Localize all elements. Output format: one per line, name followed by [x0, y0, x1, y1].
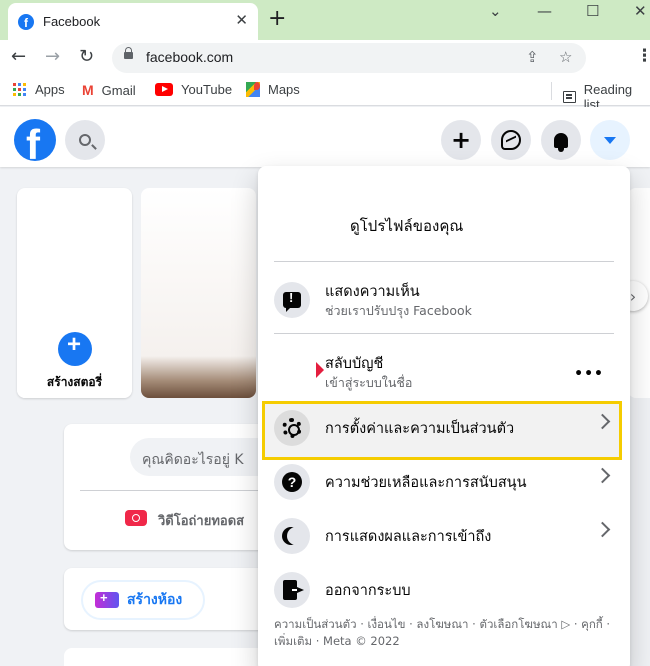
notifications-button[interactable] [541, 120, 581, 160]
address-bar[interactable]: facebook.com ⇪ ☆ [112, 43, 586, 73]
logout-item[interactable]: ออกจากระบบ [266, 562, 622, 614]
facebook-header: f + [0, 107, 650, 167]
display-icon-wrap [274, 518, 310, 554]
live-video-label[interactable]: วิดีโอถ่ายทอดส [158, 510, 244, 531]
maximize-button[interactable]: ☐ [586, 2, 599, 20]
display-accessibility-label: การแสดงผลและการเข้าถึง [325, 529, 492, 545]
search-button[interactable] [65, 120, 105, 160]
browser-toolbar: ← → ↻ facebook.com ⇪ ☆ ⋮ [0, 40, 650, 76]
settings-privacy-item[interactable]: การตั้งค่าและความเป็นส่วนตัว [266, 400, 622, 452]
chevron-right-icon [594, 521, 611, 538]
create-button[interactable]: + [441, 120, 481, 160]
reload-icon[interactable]: ↻ [79, 46, 94, 67]
settings-icon-wrap [274, 410, 310, 446]
messenger-button[interactable] [491, 120, 531, 160]
create-story-label: สร้างสตอรี่ [46, 375, 103, 389]
bookmark-label: Apps [35, 82, 65, 97]
bookmark-apps[interactable]: Apps [13, 82, 65, 97]
menu-footer-links[interactable]: ความเป็นส่วนตัว · เงื่อนไข · ลงโฆษณา · ต… [274, 616, 619, 650]
create-story-card[interactable]: สร้างสตอรี่ [17, 188, 132, 398]
chevron-right-icon [594, 413, 611, 430]
bell-icon [554, 132, 568, 152]
plus-icon: + [450, 126, 472, 154]
lock-icon [124, 47, 133, 59]
browser-tab-strip: f Facebook ✕ + ⌄ — ☐ ✕ [0, 0, 650, 40]
story-card[interactable] [141, 188, 256, 398]
bookmark-label: Gmail [101, 82, 136, 98]
minimize-button[interactable]: — [537, 2, 552, 20]
logout-icon-wrap [274, 572, 310, 608]
create-room-button[interactable]: สร้างห้อง [81, 580, 205, 620]
browser-menu-icon[interactable]: ⋮ [636, 46, 650, 66]
facebook-logo-icon[interactable]: f [14, 119, 56, 161]
youtube-icon [155, 83, 173, 96]
bookmark-label: Maps [268, 82, 300, 97]
share-icon[interactable]: ⇪ [526, 48, 539, 66]
tab-title: Facebook [43, 14, 101, 29]
bookmarks-divider [551, 82, 552, 100]
back-arrow-icon[interactable]: ← [11, 46, 26, 67]
bookmark-star-icon[interactable]: ☆ [559, 48, 572, 66]
search-icon [79, 134, 91, 146]
caret-down-icon [604, 136, 616, 144]
gear-icon [282, 418, 302, 438]
account-menu-button[interactable] [590, 120, 630, 160]
bookmark-label: YouTube [181, 82, 233, 97]
question-icon: ? [282, 472, 302, 492]
browser-tab[interactable]: f Facebook ✕ [8, 3, 258, 40]
help-support-label: ความช่วยเหลือและการสนับสนุน [325, 475, 527, 491]
new-tab-button[interactable]: + [268, 8, 286, 30]
add-story-icon [58, 331, 92, 366]
help-icon-wrap: ? [274, 464, 310, 500]
tab-close-icon[interactable]: ✕ [235, 11, 248, 29]
close-window-button[interactable]: ✕ [634, 2, 647, 20]
forward-arrow-icon[interactable]: → [45, 46, 60, 67]
apps-grid-icon [13, 82, 27, 97]
messenger-icon [501, 130, 521, 150]
live-video-icon[interactable] [125, 510, 147, 526]
url-text: facebook.com [146, 49, 234, 65]
moon-icon [287, 527, 305, 545]
reading-list-icon [563, 91, 576, 103]
logout-label: ออกจากระบบ [325, 583, 411, 599]
bookmark-youtube[interactable]: YouTube [155, 82, 232, 97]
create-room-label: สร้างห้อง [127, 592, 183, 608]
display-accessibility-item[interactable]: การแสดงผลและการเข้าถึง [266, 508, 622, 560]
account-dropdown-menu-items: การตั้งค่าและความเป็นส่วนตัว ? ความช่วยเ… [258, 166, 630, 666]
chevron-right-icon [594, 467, 611, 484]
facebook-favicon-icon: f [18, 13, 34, 30]
settings-privacy-label: การตั้งค่าและความเป็นส่วนตัว [325, 421, 515, 437]
bookmark-gmail[interactable]: M Gmail [82, 82, 136, 98]
logout-icon [283, 580, 304, 600]
bookmark-maps[interactable]: Maps [246, 82, 300, 97]
gmail-icon: M [82, 82, 94, 98]
bookmarks-bar: Apps M Gmail YouTube Maps Reading list [0, 76, 650, 112]
help-support-item[interactable]: ? ความช่วยเหลือและการสนับสนุน [266, 454, 622, 506]
maps-icon [246, 82, 260, 97]
video-room-icon [95, 590, 119, 608]
tab-search-icon[interactable]: ⌄ [489, 2, 502, 20]
